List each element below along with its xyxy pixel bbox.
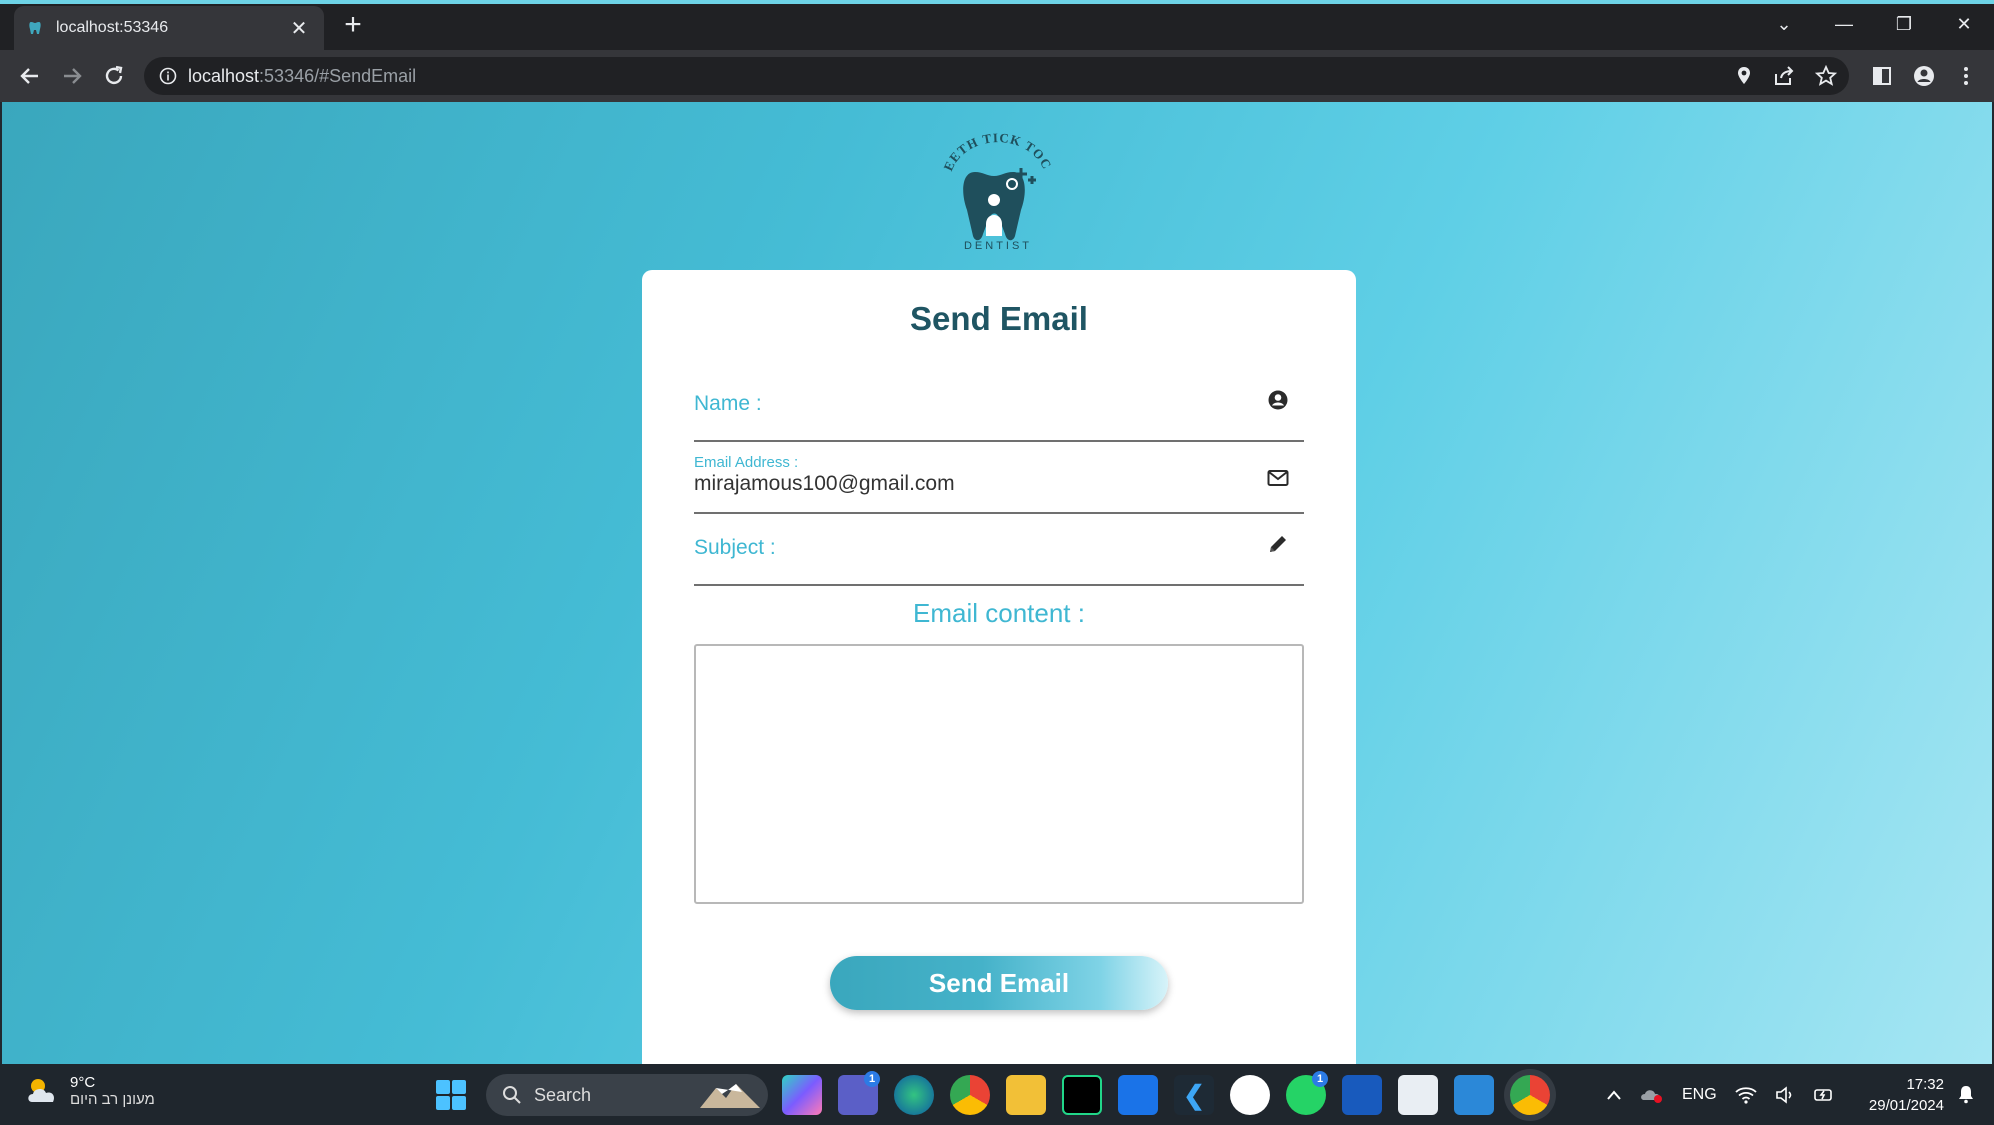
cloudy-weather-icon: [28, 1079, 55, 1102]
menu-button[interactable]: [1950, 60, 1982, 92]
url-host: localhost: [188, 65, 260, 86]
chrome-app-icon[interactable]: [1510, 1075, 1550, 1115]
taskbar: 9°C מעונן רב היום Search 1 ❮ 1 ENG 17:32…: [0, 1064, 1994, 1125]
send-email-button[interactable]: Send Email: [830, 956, 1168, 1010]
side-panel-icon: [1873, 67, 1891, 85]
restore-button[interactable]: ❐: [1874, 4, 1934, 44]
window-controls: ⌄ — ❐ ✕: [1754, 4, 1994, 44]
user-circle-icon: [1268, 390, 1288, 410]
svg-text:TEETH TICK TOCK: TEETH TICK TOCK: [937, 132, 1055, 173]
url-path: :53346/#SendEmail: [259, 65, 417, 86]
vscode-app-icon[interactable]: ❮: [1174, 1075, 1214, 1115]
location-pin-icon[interactable]: [1735, 66, 1753, 86]
pencil-icon: [1270, 536, 1286, 552]
search-label: Search: [534, 1084, 592, 1105]
profile-button[interactable]: [1908, 60, 1940, 92]
notification-bell-icon[interactable]: [1956, 1084, 1976, 1104]
back-button[interactable]: [14, 60, 46, 92]
tab-title: localhost:53346: [56, 19, 169, 36]
start-logo-tile: [436, 1080, 450, 1094]
logo-top-text: TEETH TICK TOCK: [937, 132, 1054, 173]
start-logo-tile: [452, 1080, 466, 1094]
start-logo-tile: [436, 1096, 450, 1110]
titlebar-accent: [0, 0, 1994, 4]
language-indicator[interactable]: ENG: [1682, 1086, 1717, 1104]
bookmark-star-icon[interactable]: [1815, 65, 1837, 87]
new-tab-button[interactable]: +: [338, 10, 368, 40]
teams-badge: 1: [864, 1071, 880, 1087]
tab-close-icon[interactable]: ✕: [288, 16, 310, 41]
kebab-menu-icon: [1964, 67, 1968, 85]
edge-app-icon[interactable]: [894, 1075, 934, 1115]
system-clock[interactable]: 17:32 29/01/2024: [1869, 1074, 1944, 1116]
system-tray: ENG: [1606, 1064, 1835, 1125]
content-label: Email content :: [913, 598, 1085, 628]
subject-field[interactable]: Subject :: [694, 514, 1304, 586]
forward-arrow-icon: [64, 68, 82, 84]
email-field[interactable]: Email Address : mirajamous100@gmail.com: [694, 442, 1304, 514]
weather-condition: מעונן רב היום: [70, 1091, 155, 1108]
omnibox-icons: [1735, 57, 1837, 95]
search-icon: [503, 1086, 521, 1104]
battery-charging-icon[interactable]: [1813, 1086, 1835, 1104]
minimize-button[interactable]: —: [1814, 4, 1874, 44]
side-panel-button[interactable]: [1866, 60, 1898, 92]
name-label: Name :: [694, 392, 762, 415]
reload-icon: [105, 65, 123, 85]
weather-widget[interactable]: 9°C מעונן רב היום: [24, 1074, 155, 1108]
email-value: mirajamous100@gmail.com: [694, 472, 955, 495]
name-field[interactable]: Name :: [694, 370, 1304, 442]
word-app-icon[interactable]: [1342, 1075, 1382, 1115]
profile-icon: [1914, 66, 1934, 86]
mail-app-icon[interactable]: [1118, 1075, 1158, 1115]
weather-temp: 9°C: [70, 1074, 96, 1091]
whatsapp-badge: 1: [1312, 1071, 1328, 1087]
tooth-favicon-icon: [28, 21, 42, 35]
pycharm-app-icon[interactable]: [1062, 1075, 1102, 1115]
reload-button[interactable]: [98, 60, 130, 92]
logo-bottom-text: DENTIST: [964, 240, 1032, 252]
teams-app-icon[interactable]: 1: [838, 1071, 880, 1115]
chevron-up-icon[interactable]: [1606, 1089, 1622, 1101]
envelope-icon: [1267, 470, 1289, 486]
tab-search-icon[interactable]: ⌄: [1754, 4, 1814, 44]
copilot-app-icon[interactable]: [782, 1075, 822, 1115]
browser-toolbar: localhost:53346/#SendEmail: [0, 50, 1994, 102]
photos-app-icon[interactable]: [1454, 1075, 1494, 1115]
wifi-icon[interactable]: [1735, 1086, 1757, 1104]
volume-icon[interactable]: [1775, 1085, 1795, 1104]
snipping-tool-app-icon[interactable]: [1398, 1075, 1438, 1115]
email-content-textarea[interactable]: [694, 644, 1304, 904]
page-viewport: TEETH TICK TOCK DENTIST Send Email Name …: [2, 102, 1992, 1064]
browser-titlebar: localhost:53346 ✕ + ⌄ — ❐ ✕: [0, 0, 1994, 50]
page-title: Send Email: [910, 300, 1088, 337]
send-email-card: Send Email Name : Email Address : miraja…: [642, 270, 1356, 1064]
start-button[interactable]: [436, 1080, 466, 1110]
subject-label: Subject :: [694, 536, 776, 559]
file-explorer-app-icon[interactable]: [1006, 1075, 1046, 1115]
notepad-app-icon[interactable]: [1230, 1075, 1270, 1115]
teeth-tick-tock-logo: TEETH TICK TOCK DENTIST: [937, 132, 1055, 252]
email-label: Email Address :: [694, 454, 799, 471]
clock-time: 17:32: [1906, 1076, 1944, 1093]
back-arrow-icon: [20, 68, 38, 84]
address-bar[interactable]: localhost:53346/#SendEmail: [144, 57, 1849, 95]
close-window-button[interactable]: ✕: [1934, 4, 1994, 44]
forward-button[interactable]: [56, 60, 88, 92]
search-highlight-icon: [700, 1084, 760, 1108]
info-icon[interactable]: [158, 66, 178, 86]
taskbar-search[interactable]: Search: [486, 1074, 768, 1116]
browser-tab[interactable]: localhost:53346 ✕: [14, 6, 324, 50]
taskbar-apps: 1 ❮ 1: [782, 1071, 1550, 1116]
share-icon[interactable]: [1773, 66, 1795, 86]
chrome-profile-app-icon[interactable]: [950, 1075, 990, 1115]
onedrive-error-icon[interactable]: [1640, 1086, 1664, 1104]
whatsapp-app-icon[interactable]: 1: [1286, 1071, 1328, 1115]
start-logo-tile: [452, 1096, 466, 1110]
clock-date: 29/01/2024: [1868, 1097, 1944, 1114]
